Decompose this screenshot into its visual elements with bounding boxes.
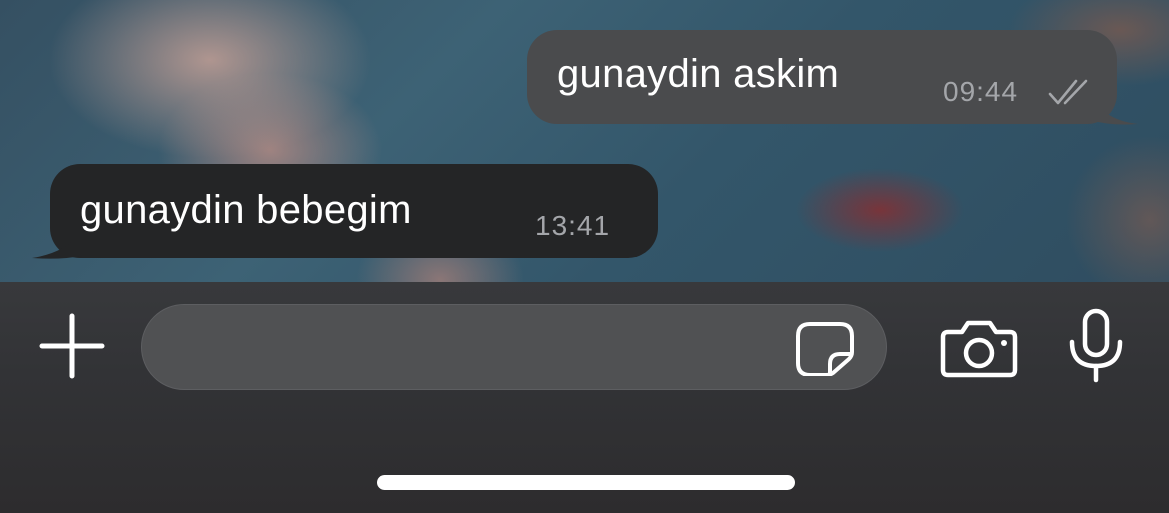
- plus-icon[interactable]: [38, 312, 106, 380]
- sticker-icon[interactable]: [794, 320, 856, 376]
- chat-screen: gunaydin askim 09:44 gunaydin bebegim 13…: [0, 0, 1169, 513]
- message-text: gunaydin bebegim: [80, 188, 412, 232]
- microphone-icon[interactable]: [1066, 308, 1126, 384]
- double-check-icon: [1048, 79, 1088, 105]
- message-time: 13:41: [535, 210, 611, 241]
- incoming-message-bubble[interactable]: gunaydin bebegim 13:41: [50, 164, 658, 258]
- outgoing-message-bubble[interactable]: gunaydin askim 09:44: [527, 30, 1117, 124]
- camera-icon[interactable]: [940, 318, 1018, 378]
- home-indicator[interactable]: [377, 475, 795, 490]
- message-input[interactable]: [172, 305, 796, 391]
- incoming-bubble-tail: [32, 228, 82, 259]
- message-time: 09:44: [943, 76, 1019, 107]
- outgoing-bubble-tail: [1090, 90, 1138, 125]
- message-text: gunaydin askim: [557, 52, 840, 96]
- message-input-field[interactable]: [141, 304, 887, 391]
